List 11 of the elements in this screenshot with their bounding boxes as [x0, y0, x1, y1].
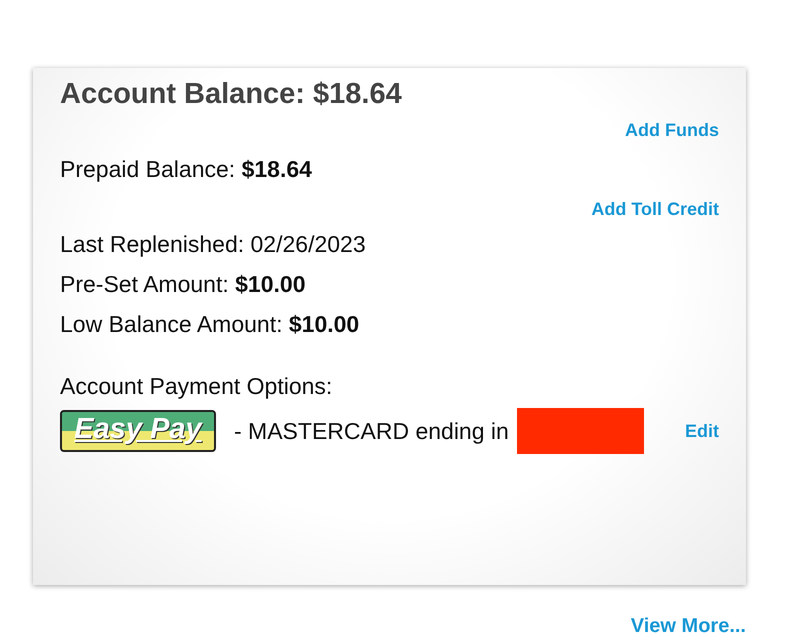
account-balance-title: Account Balance: $18.64	[60, 77, 403, 112]
add-funds-link[interactable]: Add Funds	[625, 120, 719, 141]
payment-options-heading: Account Payment Options:	[60, 372, 334, 401]
view-more-link[interactable]: View More...	[630, 615, 746, 638]
account-detail: Low Balance Amount: $10.00	[60, 310, 360, 339]
edit-link[interactable]: Edit	[685, 420, 719, 442]
prepaid-balance: Prepaid Balance: $18.64	[60, 155, 313, 184]
add-toll-credit-link[interactable]: Add Toll Credit	[591, 199, 719, 220]
account-detail: Pre-Set Amount: $10.00	[60, 270, 306, 299]
account-detail: Last Replenished: 02/26/2023	[60, 230, 367, 259]
card-description: - MASTERCARD ending in	[234, 417, 509, 446]
